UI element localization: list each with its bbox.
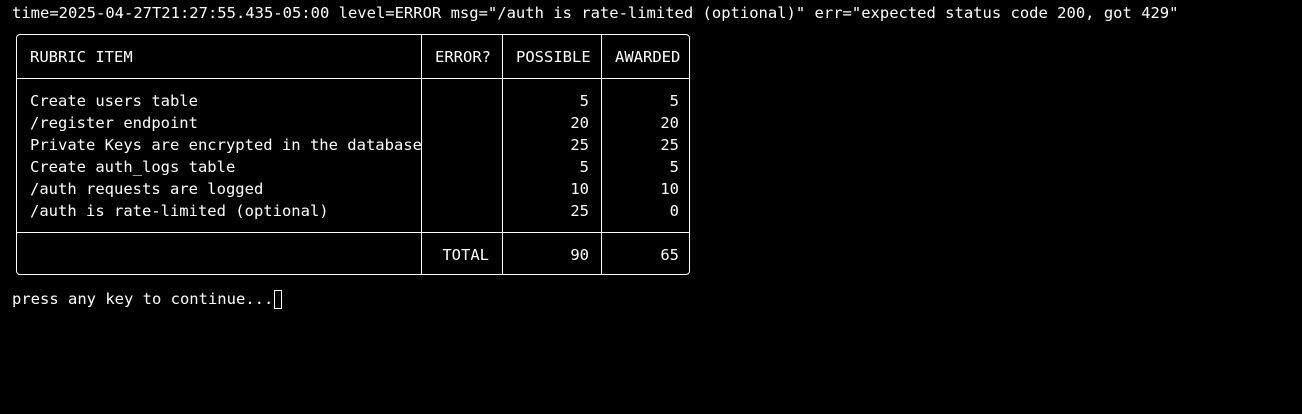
total-awarded: 65	[660, 246, 679, 264]
continue-prompt-text: press any key to continue...	[12, 290, 274, 308]
header-separator	[17, 78, 689, 79]
continue-prompt[interactable]: press any key to continue...	[12, 289, 283, 309]
rubric-table: RUBRIC ITEM ERROR? POSSIBLE AWARDED Crea…	[16, 34, 690, 275]
possible-value: 5	[579, 158, 589, 176]
rubric-item-label: /auth requests are logged	[30, 180, 264, 198]
awarded-value: 25	[660, 136, 679, 154]
awarded-value: 10	[660, 180, 679, 198]
rubric-item-label: /register endpoint	[30, 114, 198, 132]
error-log-line: time=2025-04-27T21:27:55.435-05:00 level…	[12, 4, 1179, 22]
rubric-item-label: Private Keys are encrypted in the databa…	[30, 136, 422, 154]
text-cursor	[274, 289, 283, 309]
possible-value: 20	[570, 114, 589, 132]
possible-value: 10	[570, 180, 589, 198]
header-awarded: AWARDED	[615, 48, 681, 66]
possible-value: 25	[570, 202, 589, 220]
awarded-value: 5	[669, 92, 679, 110]
total-possible: 90	[570, 246, 589, 264]
awarded-value: 0	[669, 202, 679, 220]
total-label: TOTAL	[442, 246, 489, 264]
header-error: ERROR?	[435, 48, 491, 66]
awarded-value: 20	[660, 114, 679, 132]
footer-separator	[17, 232, 689, 233]
header-possible: POSSIBLE	[516, 48, 591, 66]
awarded-value: 5	[669, 158, 679, 176]
terminal-window[interactable]: { "log": { "line": "time=2025-04-27T21:2…	[0, 0, 1302, 414]
rubric-item-label: Create auth_logs table	[30, 158, 236, 176]
possible-value: 5	[579, 92, 589, 110]
possible-value: 25	[570, 136, 589, 154]
rubric-item-label: Create users table	[30, 92, 198, 110]
header-rubric-item: RUBRIC ITEM	[30, 48, 133, 66]
rubric-item-label: /auth is rate-limited (optional)	[30, 202, 329, 220]
